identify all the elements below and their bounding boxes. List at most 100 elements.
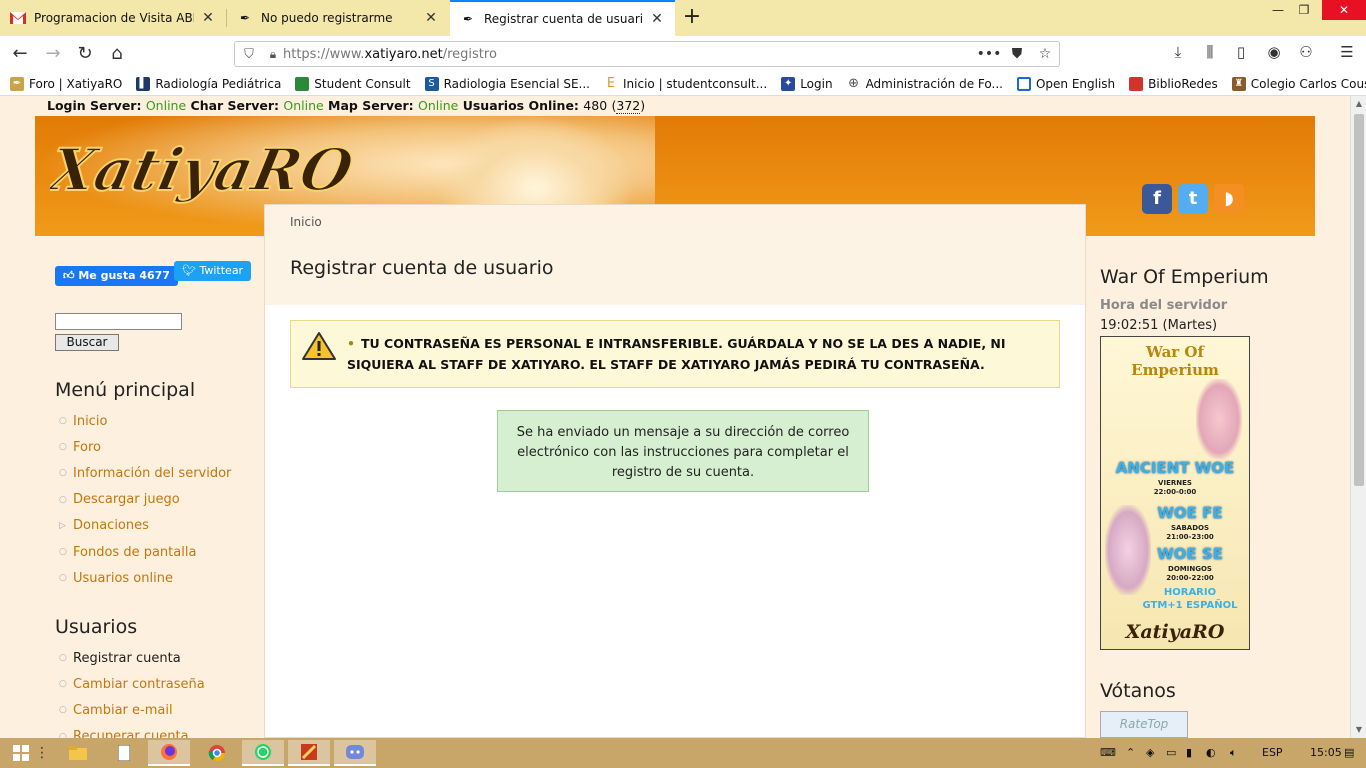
game-client-icon[interactable] <box>288 740 330 766</box>
bookmark-administracion[interactable]: ⊕ Administración de Fo... <box>846 76 1003 91</box>
whatsapp-icon[interactable] <box>242 740 284 766</box>
users-peak-count: 372 <box>616 98 641 114</box>
clock[interactable]: 15:05 <box>1310 746 1342 759</box>
scroll-up-icon[interactable]: ▲ <box>1351 96 1366 112</box>
facebook-like-button[interactable]: 👍︎ Me gusta 4677 <box>55 266 178 286</box>
scrollbar-thumb[interactable] <box>1354 114 1364 486</box>
xatiyaro-logo[interactable]: XatiyaRO <box>50 124 410 214</box>
close-tab-icon[interactable]: ✕ <box>649 11 665 27</box>
menu-item-fondos-pantalla[interactable]: ○ Fondos de pantalla <box>59 539 231 565</box>
sidebar-icon[interactable]: ▯ <box>1230 43 1252 61</box>
menu-item-donaciones[interactable]: ▷ Donaciones <box>59 513 231 539</box>
maximize-button[interactable]: ❐ <box>1290 0 1318 20</box>
tab-no-puedo-registrarme[interactable]: ✒ No puedo registrarme ✕ <box>227 0 449 36</box>
close-tab-icon[interactable]: ✕ <box>200 10 216 26</box>
page-scrollbar[interactable]: ▲ ▼ <box>1350 96 1366 738</box>
menu-item-recuperar-cuenta[interactable]: ○ Recuperar cuenta <box>59 724 205 738</box>
pocket-icon[interactable]: ⛊ <box>1003 46 1031 62</box>
minimize-button[interactable]: — <box>1264 0 1292 20</box>
bullet-icon: ○ <box>59 416 67 427</box>
server-status-line: Login Server: Online Char Server: Online… <box>47 98 646 114</box>
page-actions-icon[interactable]: ••• <box>975 46 1003 62</box>
discord-icon[interactable] <box>334 740 376 766</box>
tab-registrar-cuenta[interactable]: ✒ Registrar cuenta de usuario | Xa ✕ <box>450 0 675 36</box>
menu-item-descargar-juego[interactable]: ○ Descargar juego <box>59 487 231 513</box>
notifications-icon[interactable]: ▤ <box>1344 746 1354 759</box>
char-server-status: Online <box>283 98 324 113</box>
library-icon[interactable]: ⫼ <box>1199 43 1221 61</box>
file-explorer-icon[interactable] <box>60 740 96 766</box>
reload-icon[interactable]: ↻ <box>72 42 98 66</box>
chat-icon[interactable]: ▭ <box>1166 746 1176 759</box>
menu-item-inicio[interactable]: ○ Inicio <box>59 408 231 434</box>
network-icon[interactable]: ◐ <box>1206 746 1216 759</box>
bullet-icon: • <box>347 336 355 351</box>
menu-item-foro[interactable]: ○ Foro <box>59 434 231 460</box>
close-tab-icon[interactable]: ✕ <box>423 10 439 26</box>
close-window-button[interactable]: ✕ <box>1322 0 1366 20</box>
bookmark-radiologia-pediatrica[interactable]: ▌ Radiología Pediátrica <box>136 76 281 91</box>
scroll-down-icon[interactable]: ▼ <box>1351 722 1366 738</box>
menu-item-usuarios-online[interactable]: ○ Usuarios online <box>59 565 231 591</box>
address-bar[interactable]: ⛉ 🔒︎ https://www.xatiyaro.net/registro •… <box>234 41 1060 67</box>
battery-icon[interactable]: ▮ <box>1186 746 1192 759</box>
warning-text: TU CONTRASEÑA ES PERSONAL E INTRANSFERIB… <box>347 336 1006 372</box>
xatiyaro-icon: ✒ <box>239 11 251 25</box>
language-indicator[interactable]: ESP <box>1262 746 1283 759</box>
breadcrumb: Inicio <box>265 205 1085 235</box>
collapsed-arrow-icon: ▷ <box>59 520 66 531</box>
rss-icon[interactable]: ◗ <box>1214 184 1244 214</box>
bookmark-foro-xatiyaro[interactable]: ✒ Foro | XatiyaRO <box>10 76 122 91</box>
bookmark-colegio[interactable]: ♜Colegio Carlos Cousiñ... <box>1231 76 1366 91</box>
facebook-icon[interactable]: f <box>1142 184 1172 214</box>
bullet-icon: ○ <box>59 442 67 453</box>
menu-item-cambiar-email[interactable]: ○ Cambiar e-mail <box>59 697 205 723</box>
menu-item-cambiar-contrasena[interactable]: ○ Cambiar contraseña <box>59 671 205 697</box>
bullet-icon: ○ <box>59 679 67 690</box>
tab-bar: Programacion de Visita ABRIL 2 ✕ ✒ No pu… <box>0 0 1366 36</box>
account-icon[interactable]: ◉ <box>1263 43 1285 61</box>
main-menu-title: Menú principal <box>55 379 196 401</box>
bookmark-login[interactable]: ✦ Login <box>781 76 833 91</box>
search-button[interactable]: Buscar <box>55 334 119 351</box>
bookmark-student-consult[interactable]: Student Consult <box>295 76 411 91</box>
tweet-button[interactable]: 🐦︎ Twittear <box>174 261 252 281</box>
keyboard-icon[interactable]: ⌨ <box>1100 746 1116 759</box>
votes-title: Vótanos <box>1100 680 1176 702</box>
menu-icon[interactable]: ☰ <box>1336 43 1358 61</box>
document-icon[interactable] <box>106 740 142 766</box>
menu-item-informacion-servidor[interactable]: ○ Información del servidor <box>59 460 231 486</box>
elsevier-icon: E <box>604 76 618 91</box>
tab-gmail[interactable]: Programacion de Visita ABRIL 2 ✕ <box>0 0 226 36</box>
firefox-taskbar-icon[interactable] <box>148 740 190 766</box>
forward-icon[interactable]: → <box>40 42 66 66</box>
new-tab-button[interactable]: + <box>678 4 706 32</box>
success-message: Se ha enviado un mensaje a su dirección … <box>497 410 869 492</box>
bullet-icon: ○ <box>59 494 67 505</box>
bookmark-star-icon[interactable]: ☆ <box>1031 46 1059 62</box>
search-input[interactable] <box>55 313 182 330</box>
downloads-icon[interactable]: ⤓ <box>1167 43 1189 61</box>
menu-item-registrar-cuenta[interactable]: ○ Registrar cuenta <box>59 645 205 671</box>
volume-icon[interactable]: 🔈︎ <box>1230 746 1237 760</box>
twitter-icon[interactable]: t <box>1178 184 1208 214</box>
lock-icon[interactable]: 🔒︎ <box>263 47 283 62</box>
back-icon[interactable]: ← <box>7 42 33 66</box>
ratetop-vote-badge[interactable]: RateTop <box>1100 711 1188 738</box>
home-icon[interactable]: ⌂ <box>104 42 130 66</box>
tracking-shield-icon[interactable]: ⛉ <box>235 47 263 62</box>
tray-app-icon[interactable]: ◈ <box>1146 746 1154 759</box>
url-text[interactable]: https://www.xatiyaro.net/registro <box>283 47 975 62</box>
bookmark-studentconsult-inicio[interactable]: E Inicio | studentconsult... <box>604 76 767 91</box>
bookmark-biblioredes[interactable]: BiblioRedes <box>1129 76 1218 91</box>
windows-taskbar: ⋮ ⌨ ⌃ ◈ ▭ ▮ ◐ 🔈︎ ESP 15:05 ▤ <box>0 738 1366 768</box>
extensions-icon[interactable]: ⚇ <box>1295 43 1317 61</box>
grip-icon: ⋮ <box>35 745 49 761</box>
login-server-status: Online <box>145 98 187 113</box>
bookmark-open-english[interactable]: Open English <box>1016 76 1115 91</box>
bookmark-radiologia-esencial[interactable]: S Radiologia Esencial SE... <box>424 76 590 91</box>
users-online-count: 480 <box>583 98 608 113</box>
breadcrumb-inicio[interactable]: Inicio <box>290 215 322 229</box>
hidden-icons-icon[interactable]: ⌃ <box>1126 746 1135 759</box>
chrome-icon[interactable] <box>196 740 238 766</box>
